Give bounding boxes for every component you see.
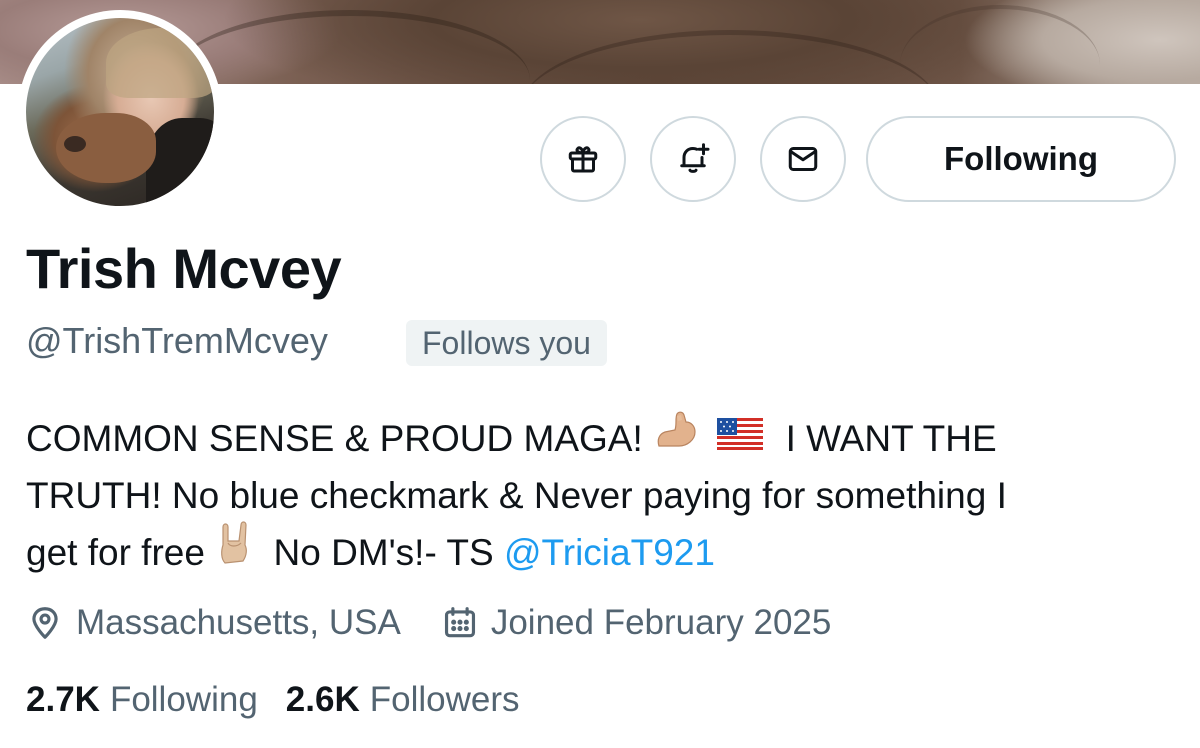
bio-line: get for free No DM's!- TS @TriciaT921 (26, 521, 1186, 581)
followers-count: 2.6K (285, 680, 360, 719)
message-envelope-icon (788, 147, 818, 171)
profile-meta: Massachusetts, USA Joined February 2025 (26, 600, 871, 646)
bio-line: TRUTH! No blue checkmark & Never paying … (26, 467, 1186, 524)
following-button[interactable]: Following (866, 116, 1176, 202)
gift-icon (568, 146, 598, 173)
message-button[interactable] (760, 116, 846, 202)
avatar-hair (106, 28, 214, 98)
us-flag-icon (717, 409, 764, 466)
location-pin-icon (32, 607, 58, 639)
followers-stat[interactable]: 2.6K Followers (286, 680, 520, 720)
flexed-biceps-icon (653, 409, 699, 466)
notifications-button[interactable] (650, 116, 736, 202)
profile-bio: COMMON SENSE & PROUD MAGA! I WANT THE TR… (26, 410, 1186, 581)
banner-fold (520, 30, 940, 84)
location-item: Massachusetts, USA (26, 603, 401, 643)
bio-mention-link[interactable]: @TriciaT921 (504, 532, 715, 573)
banner-fold (170, 10, 530, 84)
bio-text: No DM's!- TS (273, 532, 494, 573)
avatar-coat (146, 118, 214, 206)
joined-item: Joined February 2025 (441, 603, 832, 643)
bio-line: COMMON SENSE & PROUD MAGA! I WANT THE (26, 410, 1186, 467)
avatar-photo (26, 18, 214, 206)
calendar-icon (444, 607, 475, 638)
gift-button[interactable] (540, 116, 626, 202)
followers-label: Followers (369, 680, 520, 719)
follows-you-badge: Follows you (406, 320, 607, 366)
avatar-dog-nose (64, 136, 86, 152)
location-text: Massachusetts, USA (76, 603, 401, 642)
bio-text: get for free (26, 532, 205, 573)
following-label: Following (109, 680, 258, 719)
bio-text: I WANT THE (785, 418, 997, 459)
bio-text: COMMON SENSE & PROUD MAGA! (26, 418, 643, 459)
profile-handle: @TrishTremMcvey (26, 320, 328, 361)
banner-fold (900, 5, 1100, 84)
sign-of-horns-icon (215, 521, 255, 581)
following-stat[interactable]: 2.7K Following (26, 680, 258, 720)
avatar[interactable] (18, 10, 222, 214)
bio-text: TRUTH! No blue checkmark & Never paying … (26, 475, 1007, 516)
profile-stats: 2.7K Following 2.6K Followers (26, 680, 548, 720)
notification-bell-plus-icon (680, 143, 710, 173)
profile-name: Trish Mcvey (26, 237, 342, 300)
following-count: 2.7K (26, 680, 100, 719)
joined-text: Joined February 2025 (490, 603, 832, 642)
